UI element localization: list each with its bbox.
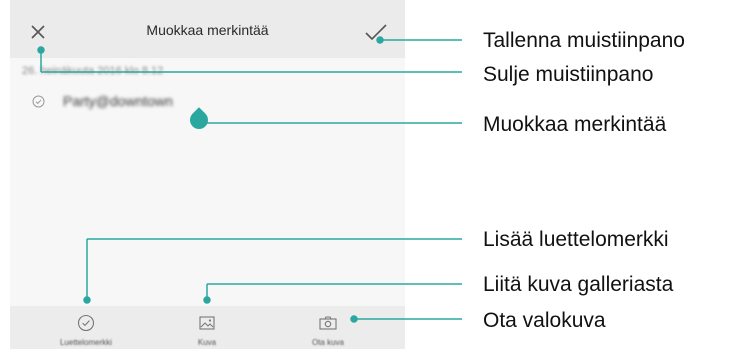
callout-label-bullet: Lisää luettelomerkki (483, 228, 669, 251)
camera-label: Ota kuva (311, 338, 344, 347)
page-title: Muokkaa merkintää (146, 22, 269, 38)
callout-label-gallery: Liitä kuva galleriasta (483, 273, 674, 296)
camera-icon (319, 316, 337, 330)
checkmark-icon (365, 24, 387, 41)
image-icon (199, 316, 215, 330)
callout-label-save: Tallenna muistiinpano (483, 29, 685, 52)
phone-screen: Muokkaa merkintää 26. heinäkuuta 2016 kl… (10, 0, 405, 349)
image-label: Kuva (197, 338, 217, 347)
text-cursor-handle[interactable] (186, 107, 212, 133)
callout-label-camera: Ota valokuva (483, 309, 606, 332)
bullet-list-icon (77, 314, 95, 332)
bottom-toolbar: Luettelomerkki Kuva Ota kuva (10, 306, 405, 349)
callout-label-edit: Muokkaa merkintää (483, 113, 667, 136)
top-bar: Muokkaa merkintää (10, 0, 405, 58)
camera-button[interactable]: Ota kuva (283, 306, 373, 349)
note-text[interactable]: Party@downtown (63, 93, 173, 109)
note-line: Party@downtown (32, 91, 173, 111)
callout-label-close: Sulje muistiinpano (483, 63, 654, 86)
bullet-list-button[interactable]: Luettelomerkki (41, 306, 131, 349)
note-date: 26. heinäkuuta 2016 klo 8.12 (22, 65, 164, 77)
image-button[interactable]: Kuva (162, 306, 252, 349)
save-button[interactable] (363, 20, 389, 44)
bullet-circle-icon (32, 95, 45, 107)
bullet-list-label: Luettelomerkki (59, 338, 113, 347)
